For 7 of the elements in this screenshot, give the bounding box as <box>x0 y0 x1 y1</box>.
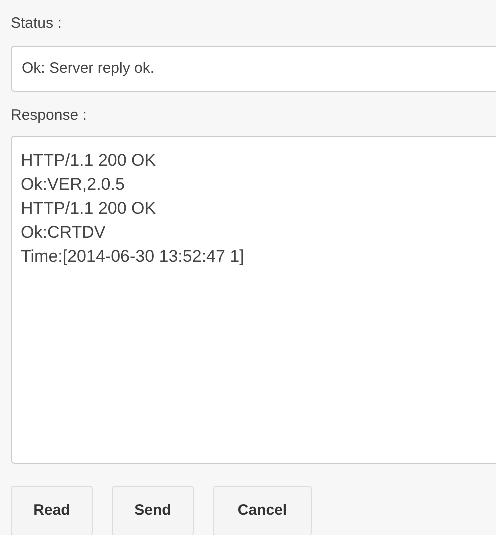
action-button[interactable]: Cancel <box>213 486 312 535</box>
response-label: Response : <box>11 106 88 126</box>
action-button[interactable]: Send <box>112 486 194 535</box>
action-button[interactable]: Read <box>11 486 93 535</box>
status-field[interactable]: Ok: Server reply ok. <box>11 46 496 92</box>
response-field[interactable]: HTTP/1.1 200 OK Ok:VER,2.0.5 HTTP/1.1 200 OK Ok:CRTDV Time:[2014-06-30 13:52:47 1] <box>11 136 496 464</box>
status-label: Status : <box>11 14 63 34</box>
